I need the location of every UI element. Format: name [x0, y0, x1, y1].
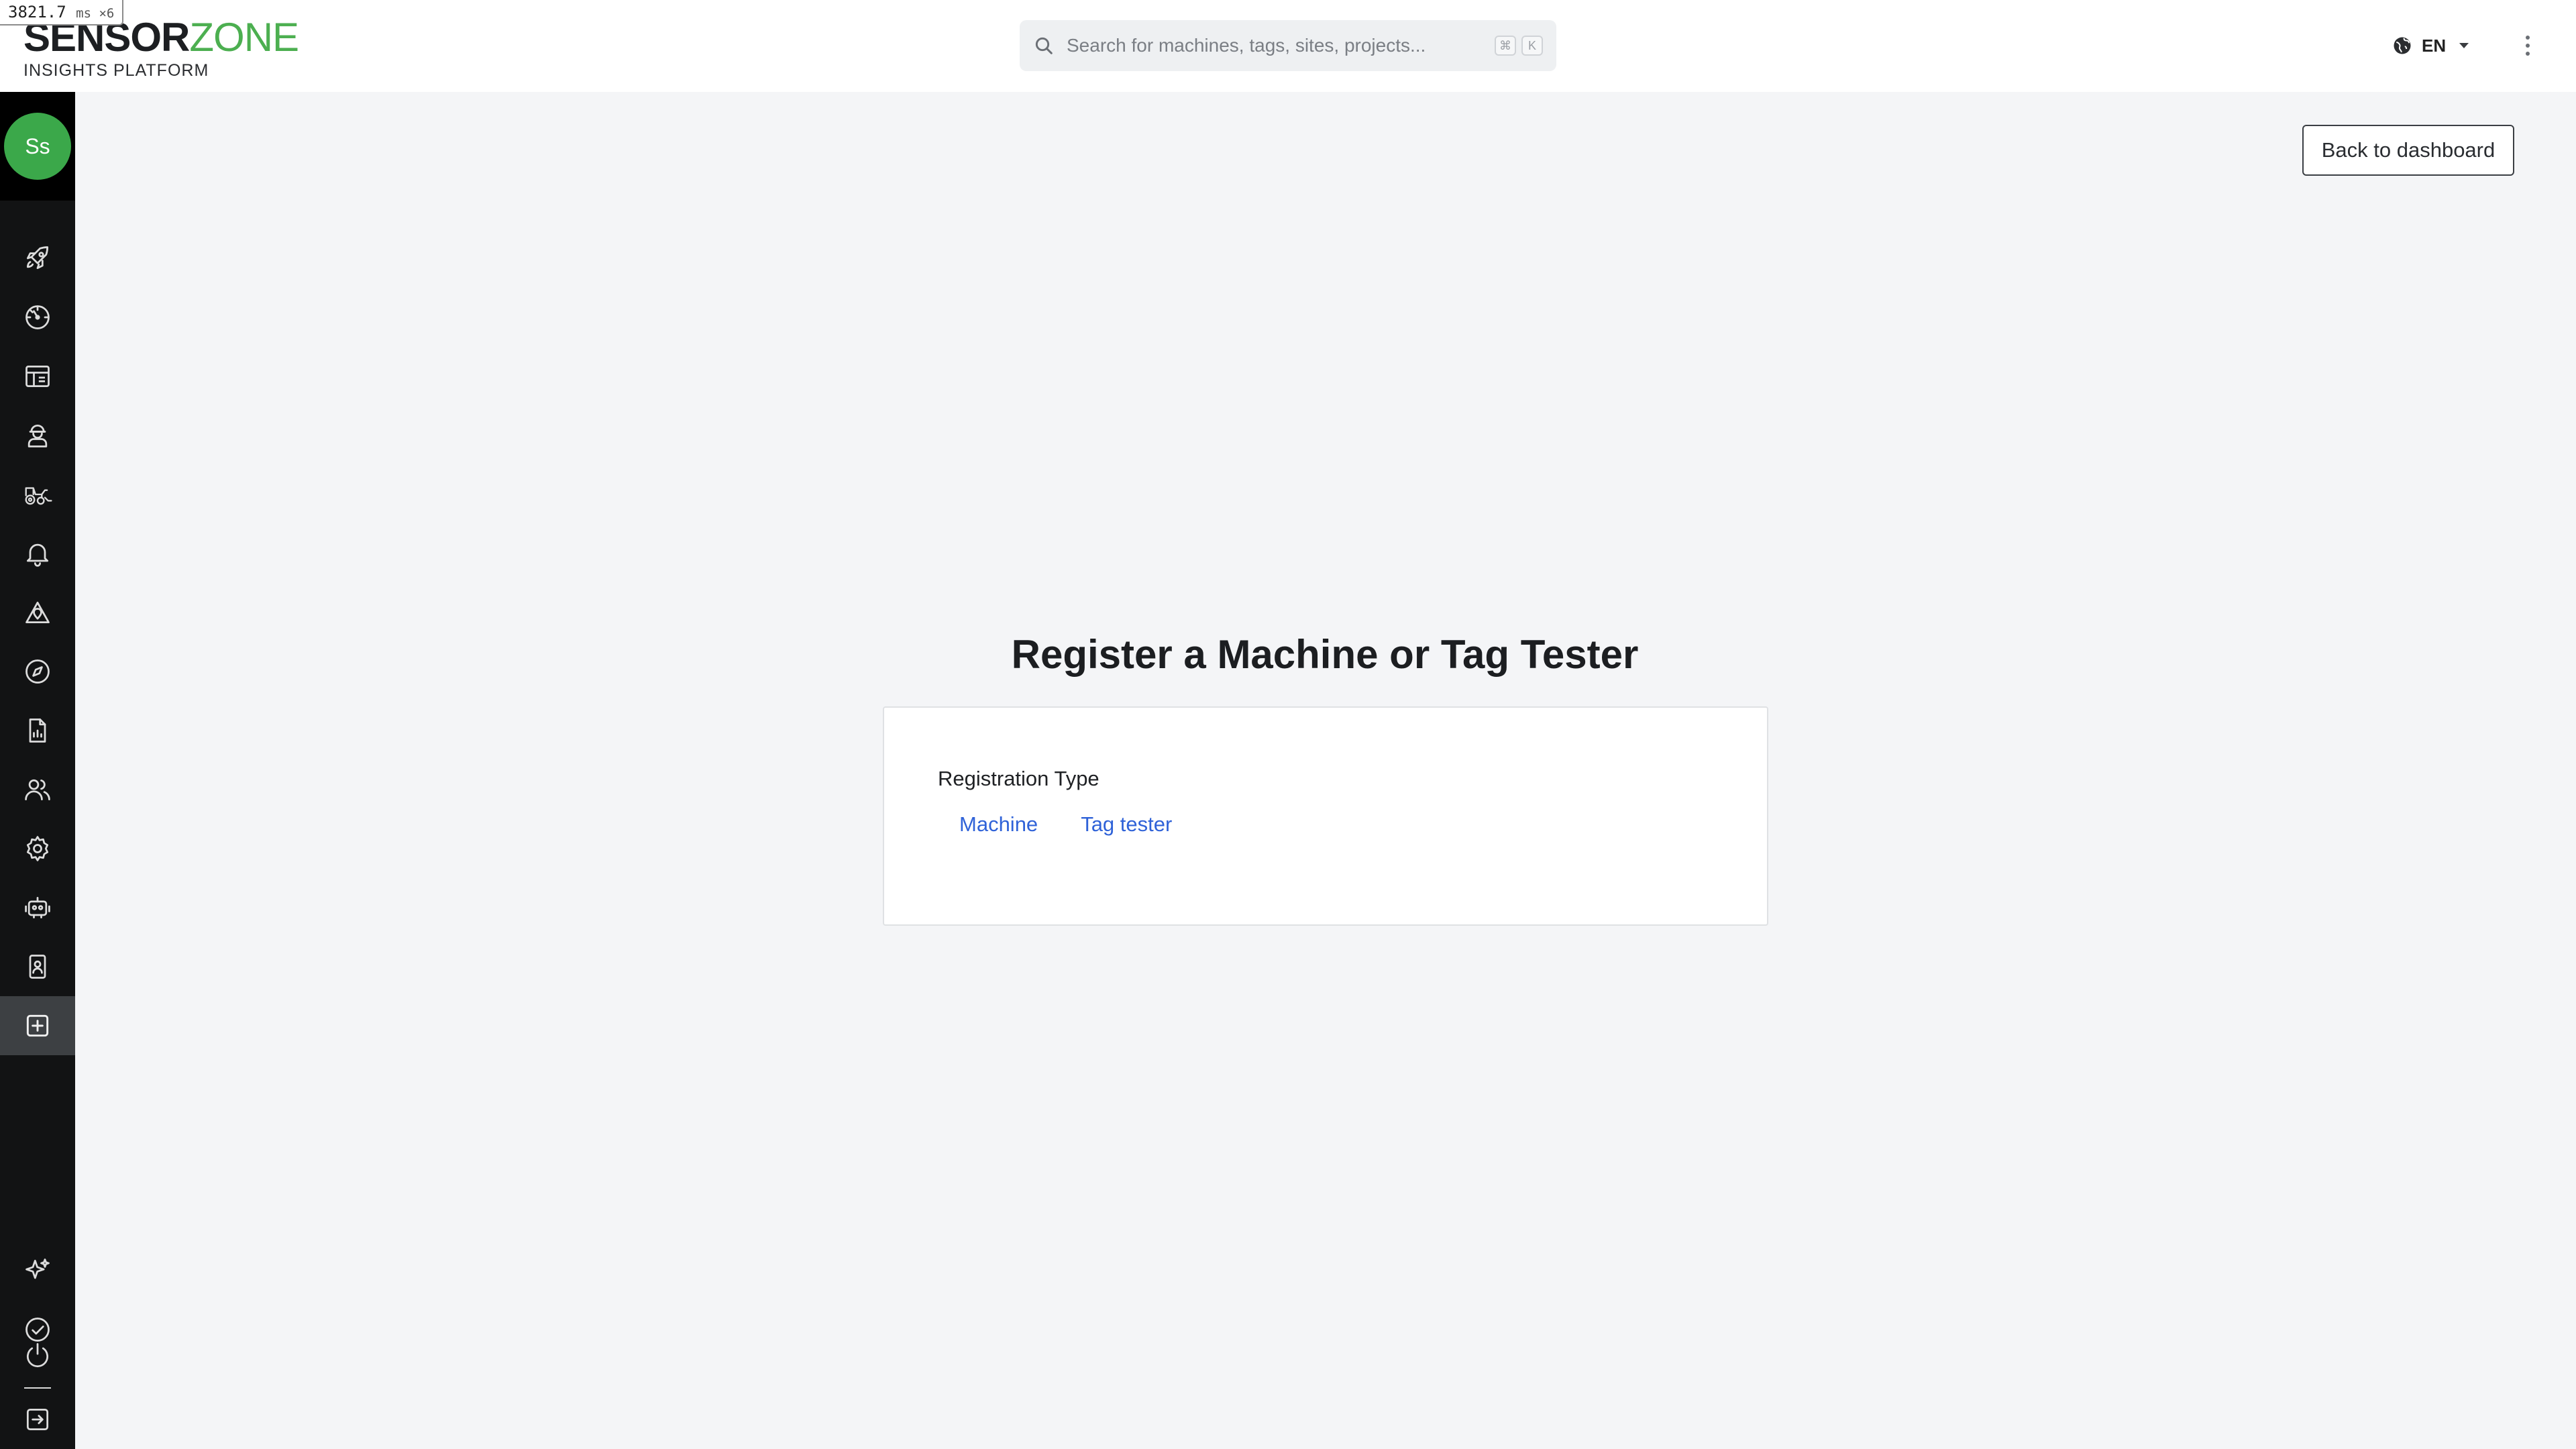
users-icon — [25, 779, 50, 801]
sidebar-item-sites[interactable] — [0, 583, 75, 642]
sidebar-item-automation[interactable] — [0, 878, 75, 937]
language-label: EN — [2422, 35, 2447, 56]
registration-type-label: Registration Type — [938, 767, 1099, 790]
sparkles-icon — [25, 1258, 50, 1279]
global-search[interactable]: ⌘ K — [1020, 20, 1556, 71]
sidebar-item-tags[interactable] — [0, 937, 75, 996]
logout-icon — [26, 1408, 49, 1431]
sidebar-item-ai-assistant[interactable] — [0, 1241, 75, 1300]
user-avatar[interactable]: Ss — [4, 113, 71, 180]
bell-icon — [26, 543, 49, 567]
compass-icon — [25, 659, 50, 684]
brand-logo[interactable]: SENSORZONE INSIGHTS PLATFORM — [23, 17, 299, 80]
language-selector[interactable]: EN — [2392, 30, 2470, 62]
gauge-icon — [25, 305, 50, 329]
shortcut-key-cmd: ⌘ — [1495, 36, 1516, 56]
power-icon — [27, 1343, 48, 1368]
top-bar: SENSORZONE INSIGHTS PLATFORM 3821.7 ms ×… — [0, 0, 2576, 92]
option-machine[interactable]: Machine — [959, 810, 1038, 839]
render-timing-badge: 3821.7 ms ×6 — [0, 0, 124, 25]
sidebar-item-register[interactable] — [0, 996, 75, 1055]
sidebar: Ss — [0, 92, 75, 1449]
timing-value: 3821.7 — [8, 3, 66, 21]
globe-icon — [2394, 37, 2411, 54]
registration-card: Registration Type Machine Tag tester — [883, 706, 1768, 926]
robot-icon — [25, 896, 50, 919]
sidebar-divider — [24, 1387, 51, 1389]
add-square-icon — [26, 1014, 49, 1037]
sidebar-item-users[interactable] — [0, 760, 75, 819]
sidebar-item-dashboards[interactable] — [0, 347, 75, 406]
timing-unit: ms ×6 — [76, 6, 115, 21]
id-badge-icon — [29, 955, 46, 979]
option-tag-tester[interactable]: Tag tester — [1081, 810, 1172, 839]
sidebar-item-machines[interactable] — [0, 465, 75, 524]
sidebar-item-alerts[interactable] — [0, 524, 75, 583]
page-title: Register a Machine or Tag Tester — [1011, 632, 1639, 677]
sidebar-item-explore[interactable] — [0, 642, 75, 701]
sidebar-item-logout[interactable] — [0, 1390, 75, 1449]
sidebar-item-operators[interactable] — [0, 406, 75, 465]
rocket-icon — [26, 246, 49, 270]
sidebar-item-reports[interactable] — [0, 701, 75, 760]
report-file-icon — [29, 718, 46, 743]
worker-icon — [28, 424, 48, 447]
sidebar-item-launch[interactable] — [0, 229, 75, 288]
chevron-down-icon — [2459, 43, 2469, 48]
tractor-icon — [25, 487, 52, 505]
more-options-button[interactable] — [2514, 30, 2541, 62]
dashboard-layout-icon — [25, 365, 50, 388]
search-icon — [1035, 37, 1053, 54]
avatar-zone: Ss — [0, 92, 75, 201]
settings-gear-icon — [26, 836, 49, 861]
more-vertical-icon — [2526, 36, 2530, 56]
sidebar-item-power[interactable] — [0, 1328, 75, 1382]
brand-name-zone: ZONE — [189, 15, 299, 60]
shortcut-key-k: K — [1521, 36, 1543, 56]
sidebar-item-settings[interactable] — [0, 819, 75, 878]
sidebar-item-monitoring[interactable] — [0, 288, 75, 347]
back-to-dashboard-button[interactable]: Back to dashboard — [2302, 125, 2514, 176]
search-input[interactable] — [1067, 25, 1489, 66]
registration-type-options: Machine Tag tester — [959, 810, 1172, 839]
site-marker-icon — [25, 601, 50, 624]
brand-tagline: INSIGHTS PLATFORM — [23, 61, 209, 80]
